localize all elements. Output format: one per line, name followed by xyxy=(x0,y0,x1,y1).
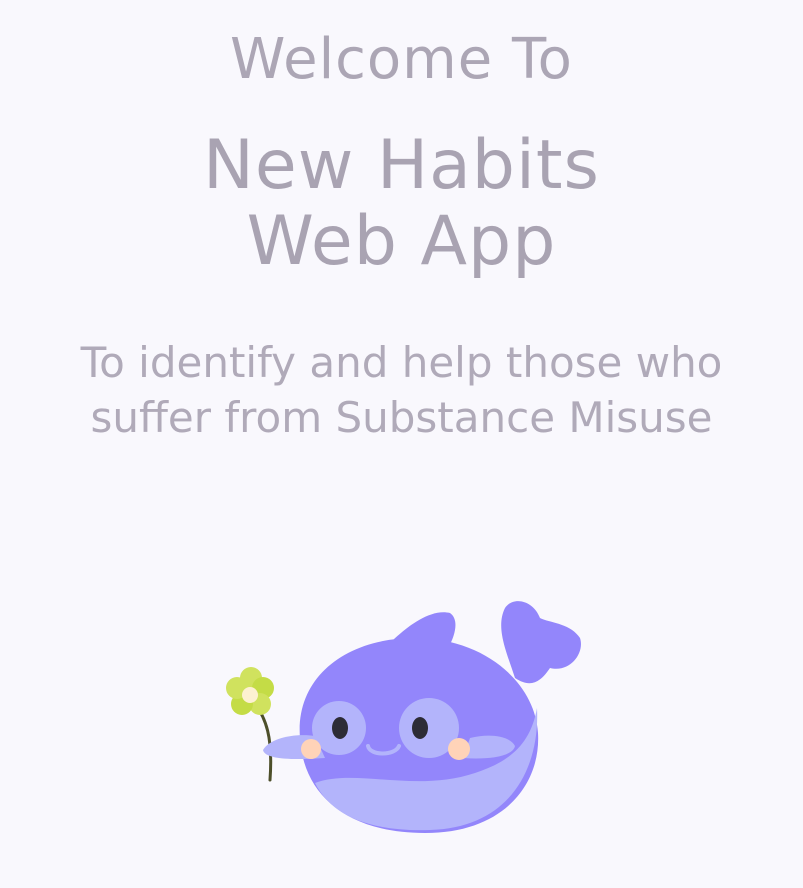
welcome-heading: Welcome To xyxy=(230,27,573,92)
mission-statement: To identify and help those who suffer fr… xyxy=(80,338,723,442)
left-cheek xyxy=(301,739,321,759)
left-eye xyxy=(332,717,348,739)
whale-tail xyxy=(501,601,581,684)
welcome-page: Welcome To New Habits Web App To identif… xyxy=(0,0,803,888)
right-eye xyxy=(412,717,428,739)
flower-icon xyxy=(226,667,274,715)
app-title-line-1: New Habits xyxy=(203,126,600,205)
app-title: New Habits Web App xyxy=(0,128,803,280)
app-title-line-2: Web App xyxy=(246,202,557,281)
right-cheek xyxy=(448,738,470,760)
whale-mascot-icon xyxy=(226,601,581,833)
